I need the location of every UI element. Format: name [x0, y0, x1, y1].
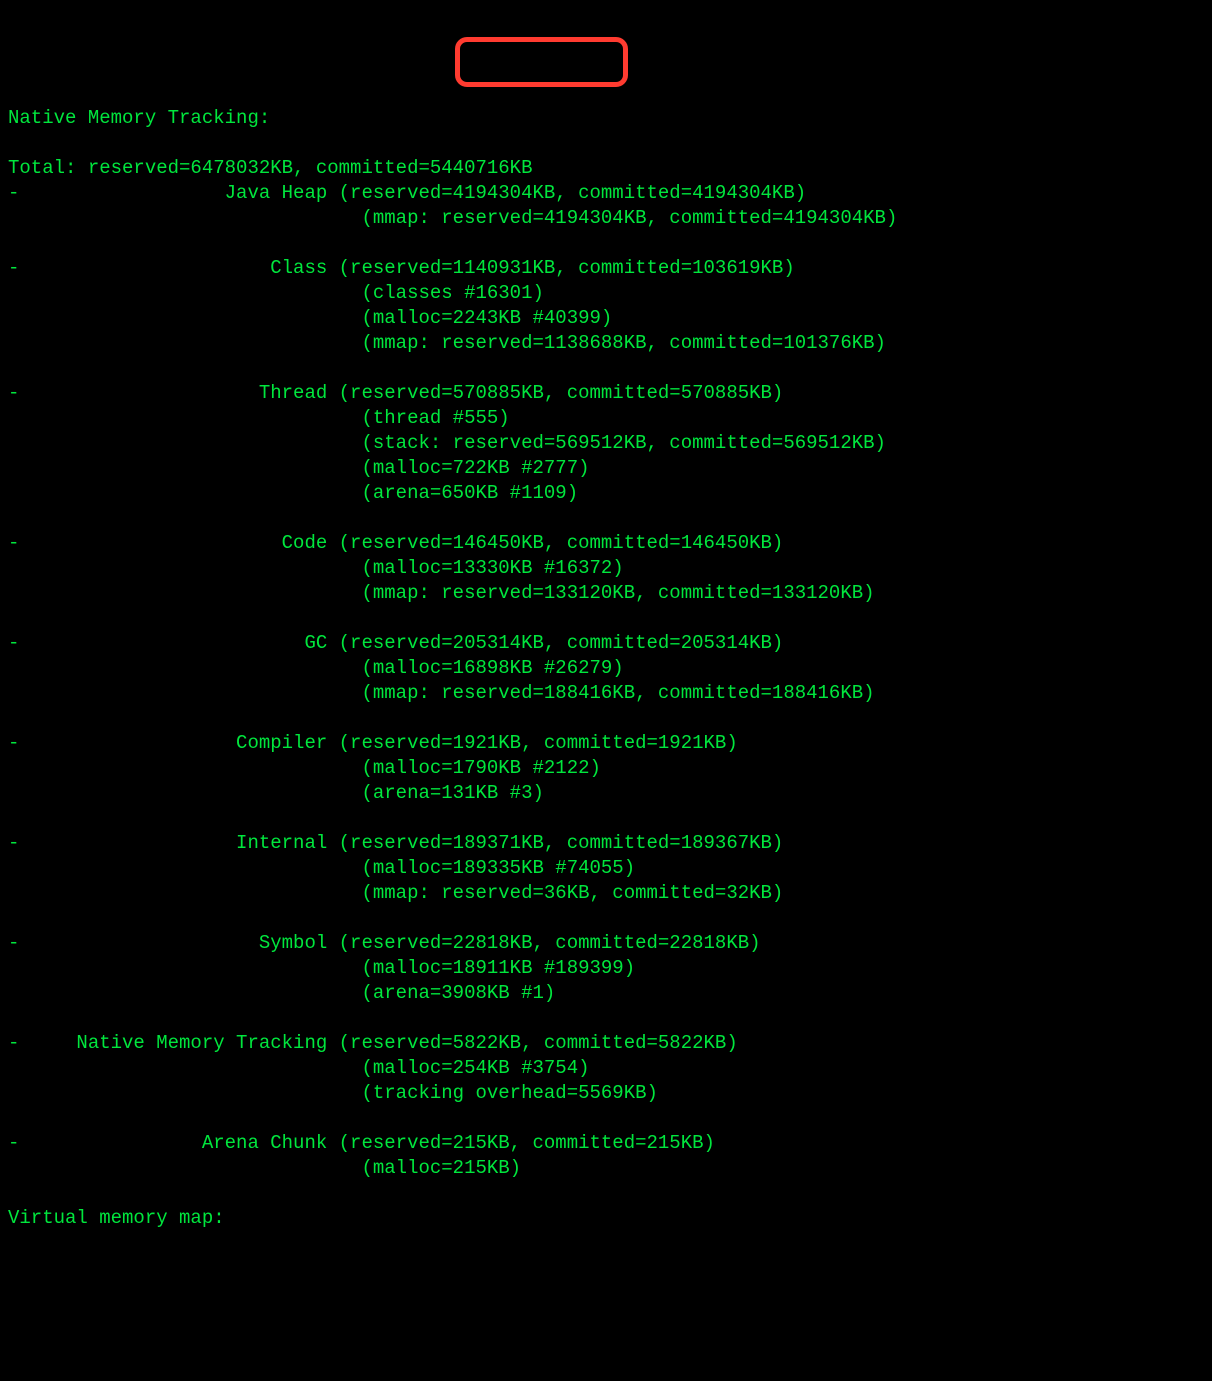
nmt-total: Total: reserved=6478032KB, committed=544…: [8, 157, 533, 179]
section-header: - Thread (reserved=570885KB, committed=5…: [8, 382, 783, 404]
section-detail: (malloc=254KB #3754): [8, 1057, 590, 1079]
section-header: - Java Heap (reserved=4194304KB, committ…: [8, 182, 806, 204]
section-detail: (malloc=215KB): [8, 1157, 521, 1179]
section-detail: (arena=131KB #3): [8, 782, 544, 804]
section-header: - Arena Chunk (reserved=215KB, committed…: [8, 1132, 715, 1154]
section-header: - Native Memory Tracking (reserved=5822K…: [8, 1032, 738, 1054]
section-detail: (malloc=1790KB #2122): [8, 757, 601, 779]
section-detail: (malloc=722KB #2777): [8, 457, 590, 479]
nmt-header: Native Memory Tracking:: [8, 107, 270, 129]
section-header: - Class (reserved=1140931KB, committed=1…: [8, 257, 795, 279]
section-detail: (arena=3908KB #1): [8, 982, 555, 1004]
terminal-output: Native Memory Tracking: Total: reserved=…: [8, 106, 1212, 1231]
section-detail: (tracking overhead=5569KB): [8, 1082, 658, 1104]
section-detail: (malloc=13330KB #16372): [8, 557, 624, 579]
section-header: - Symbol (reserved=22818KB, committed=22…: [8, 932, 761, 954]
highlight-annotation: [455, 37, 628, 87]
section-detail: (classes #16301): [8, 282, 544, 304]
section-detail: (mmap: reserved=133120KB, committed=1331…: [8, 582, 875, 604]
section-detail: (arena=650KB #1109): [8, 482, 578, 504]
section-detail: (malloc=18911KB #189399): [8, 957, 635, 979]
section-detail: (stack: reserved=569512KB, committed=569…: [8, 432, 886, 454]
section-detail: (thread #555): [8, 407, 510, 429]
section-detail: (mmap: reserved=4194304KB, committed=419…: [8, 207, 897, 229]
section-detail: (mmap: reserved=188416KB, committed=1884…: [8, 682, 875, 704]
section-header: - GC (reserved=205314KB, committed=20531…: [8, 632, 783, 654]
section-detail: (mmap: reserved=1138688KB, committed=101…: [8, 332, 886, 354]
section-detail: (malloc=16898KB #26279): [8, 657, 624, 679]
section-header: - Compiler (reserved=1921KB, committed=1…: [8, 732, 738, 754]
section-header: - Code (reserved=146450KB, committed=146…: [8, 532, 783, 554]
section-detail: (mmap: reserved=36KB, committed=32KB): [8, 882, 783, 904]
section-detail: (malloc=189335KB #74055): [8, 857, 635, 879]
section-detail: (malloc=2243KB #40399): [8, 307, 612, 329]
vmmap-header: Virtual memory map:: [8, 1207, 225, 1229]
section-header: - Internal (reserved=189371KB, committed…: [8, 832, 783, 854]
